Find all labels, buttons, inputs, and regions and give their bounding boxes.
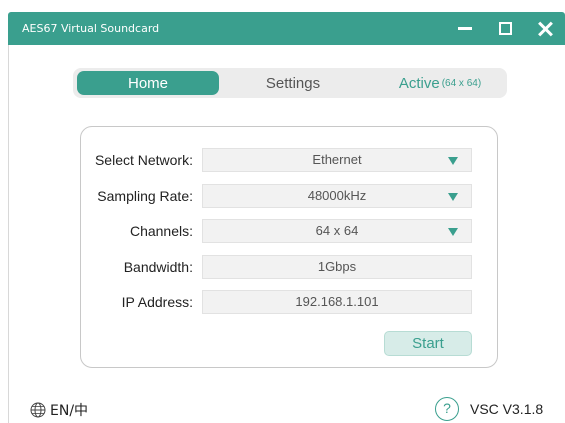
- settings-panel: Select Network: Ethernet Sampling Rate: …: [80, 126, 498, 368]
- network-value: Ethernet: [312, 152, 362, 167]
- ip-address-value: 192.168.1.101: [295, 294, 379, 309]
- close-button[interactable]: [525, 12, 565, 45]
- sampling-select[interactable]: 48000kHz: [202, 184, 472, 208]
- tab-settings-label: Settings: [265, 74, 321, 92]
- channels-label: Channels:: [129, 223, 193, 239]
- ip-row: IP Address: 192.168.1.101: [81, 290, 499, 314]
- bandwidth-label: Bandwidth:: [123, 259, 193, 275]
- dropdown-arrow-icon: [448, 228, 458, 236]
- maximize-icon: [498, 22, 512, 35]
- tab-active-channels: (64 x 64): [441, 77, 482, 89]
- dropdown-arrow-icon: [448, 193, 458, 201]
- window-border: [8, 45, 9, 423]
- tab-home-label: Home: [127, 74, 168, 92]
- tab-active-label: Active: [398, 74, 440, 92]
- bandwidth-value: 1Gbps: [317, 259, 357, 274]
- network-label: Select Network:: [94, 152, 193, 168]
- bandwidth-row: Bandwidth: 1Gbps: [81, 255, 499, 279]
- dropdown-arrow-icon: [448, 157, 458, 165]
- start-button[interactable]: Start: [384, 331, 472, 356]
- minimize-button[interactable]: [445, 12, 485, 45]
- close-icon: [538, 22, 552, 36]
- app-window: AES67 Virtual Soundcard Home Settings Ac…: [0, 0, 565, 423]
- minimize-icon: [458, 27, 472, 30]
- language-switch[interactable]: EN/中: [30, 401, 88, 419]
- sampling-row: Sampling Rate: 48000kHz: [81, 184, 499, 208]
- tab-bar: Home Settings Active (64 x 64): [73, 68, 507, 98]
- channels-value: 64 x 64: [315, 223, 359, 238]
- channels-select[interactable]: 64 x 64: [202, 219, 472, 243]
- channels-row: Channels: 64 x 64: [81, 219, 499, 243]
- help-button[interactable]: ?: [435, 397, 459, 421]
- tab-home[interactable]: Home: [77, 71, 219, 95]
- tab-settings[interactable]: Settings: [223, 68, 363, 98]
- maximize-button[interactable]: [485, 12, 525, 45]
- sampling-value: 48000kHz: [307, 188, 367, 203]
- globe-icon: [30, 402, 46, 418]
- title-bar[interactable]: AES67 Virtual Soundcard: [8, 12, 565, 45]
- ip-address-field: 192.168.1.101: [202, 290, 472, 314]
- ip-label: IP Address:: [121, 294, 193, 310]
- language-label: EN/中: [50, 403, 89, 419]
- window-title: AES67 Virtual Soundcard: [22, 22, 160, 35]
- tab-active[interactable]: Active (64 x 64): [373, 68, 507, 98]
- sampling-label: Sampling Rate:: [97, 188, 193, 204]
- network-select[interactable]: Ethernet: [202, 148, 472, 172]
- bandwidth-field: 1Gbps: [202, 255, 472, 279]
- version-label: VSC V3.1.8: [470, 401, 544, 417]
- network-row: Select Network: Ethernet: [81, 148, 499, 172]
